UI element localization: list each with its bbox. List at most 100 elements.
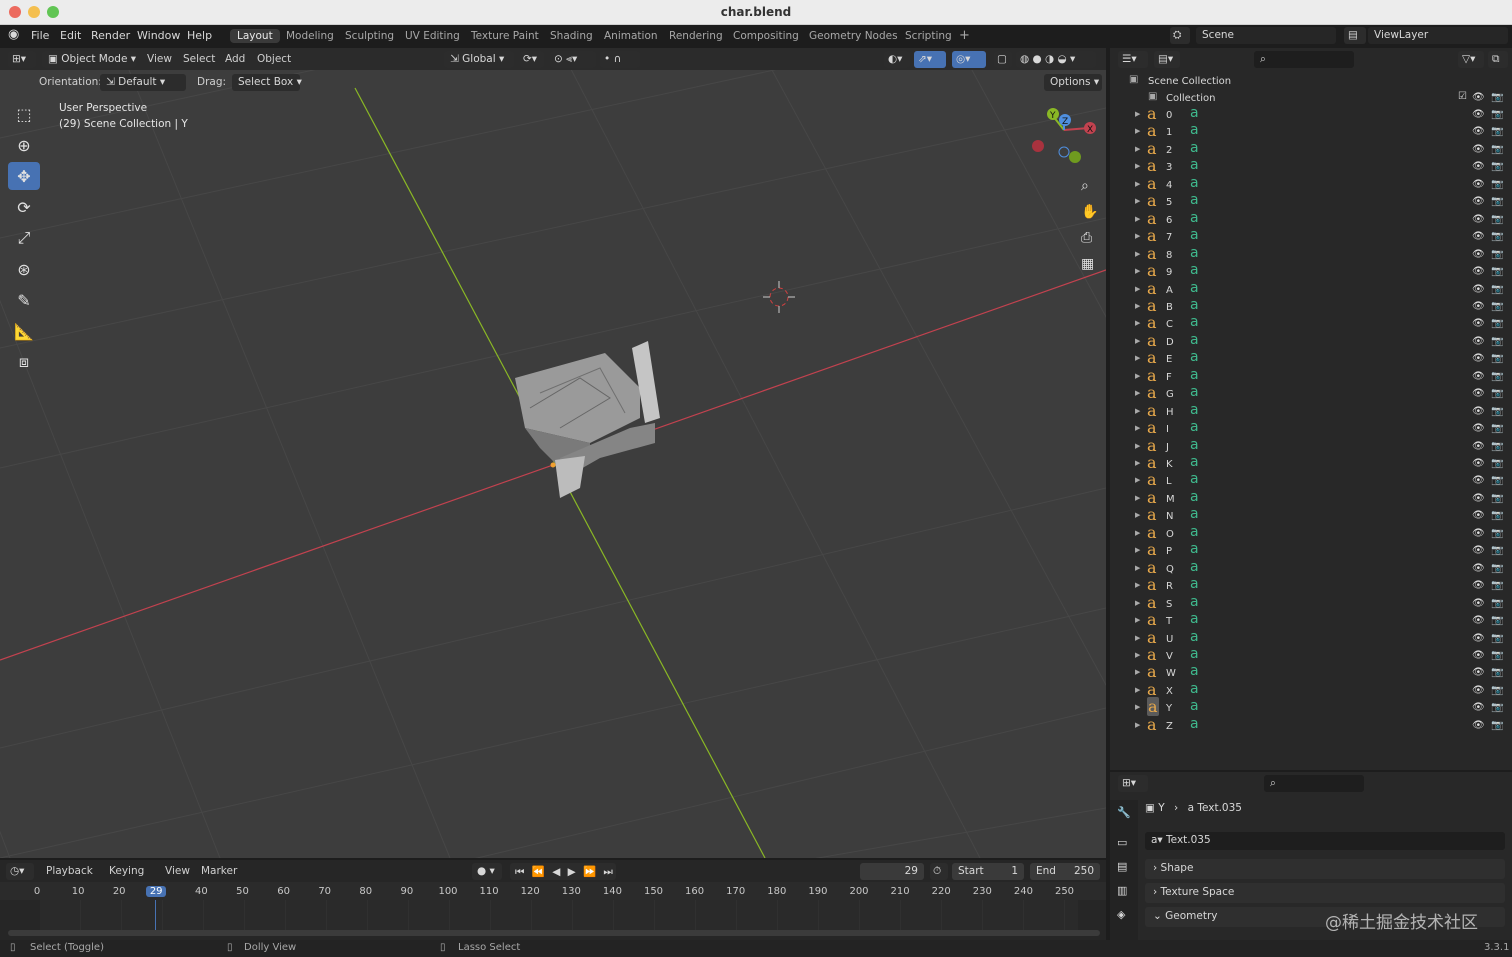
cursor-tool-icon[interactable]: ⊕	[8, 131, 40, 159]
camera-icon[interactable]: 📷	[1491, 388, 1503, 399]
current-frame-field[interactable]: 29	[860, 863, 924, 880]
eye-icon[interactable]: 👁	[1472, 423, 1485, 434]
camera-icon[interactable]: 📷	[1491, 179, 1503, 190]
eye-icon[interactable]: 👁	[1472, 545, 1485, 556]
camera-icon[interactable]: 📷	[1491, 510, 1503, 521]
output-tab-icon[interactable]: ▤	[1117, 860, 1127, 873]
menu-help[interactable]: Help	[187, 29, 212, 42]
camera-icon[interactable]: 📷	[1491, 214, 1503, 225]
camera-icon[interactable]: 📷	[1491, 266, 1503, 277]
collection-row[interactable]: ▣ Collection ☑ 👁 📷	[1110, 90, 1512, 107]
eye-icon[interactable]: 👁	[1472, 615, 1485, 626]
expand-arrow-icon[interactable]: ▶	[1135, 494, 1140, 502]
outliner-item[interactable]: ▶ a Xa 👁 📷	[1110, 680, 1512, 700]
keyframe-area[interactable]	[40, 900, 1078, 930]
eye-icon[interactable]: 👁	[1472, 196, 1485, 207]
viewport-menu-select[interactable]: Select	[183, 53, 215, 65]
playback-controls[interactable]: ⏮ ⏪ ◀ ▶ ⏩ ⏭	[510, 863, 616, 880]
expand-arrow-icon[interactable]: ▶	[1135, 476, 1140, 484]
eye-icon[interactable]: 👁	[1472, 702, 1485, 713]
expand-arrow-icon[interactable]: ▶	[1135, 616, 1140, 624]
expand-arrow-icon[interactable]: ▶	[1135, 110, 1140, 118]
eye-icon[interactable]: 👁	[1472, 336, 1485, 347]
outliner-item[interactable]: ▶ a 7 a 👁 📷	[1110, 226, 1512, 246]
expand-arrow-icon[interactable]: ▶	[1135, 459, 1140, 467]
transform-orientation-selector[interactable]: ⇲ Global ▾	[444, 51, 514, 68]
camera-icon[interactable]: 📷	[1491, 231, 1503, 242]
select-box-tool-icon[interactable]: ⬚	[8, 100, 40, 128]
orientation-selector[interactable]: ⇲ Default ▾	[100, 74, 186, 91]
tab-scripting[interactable]: Scripting	[905, 30, 952, 42]
camera-icon[interactable]: 📷	[1491, 475, 1503, 486]
outliner-item[interactable]: ▶ a 4 a 👁 📷	[1110, 174, 1512, 194]
menu-edit[interactable]: Edit	[60, 29, 81, 42]
camera-icon[interactable]: 📷	[1491, 284, 1503, 295]
eye-icon[interactable]: 👁	[1472, 126, 1485, 137]
camera-icon[interactable]: 📷	[1491, 545, 1503, 556]
navigation-gizmo[interactable]: Y Z X	[1032, 108, 1096, 163]
rotate-tool-icon[interactable]: ⟳	[8, 193, 40, 221]
outliner-item[interactable]: ▶ a Ha 👁 📷	[1110, 401, 1512, 421]
overlay-toggle-icon[interactable]: ◎▾	[952, 51, 986, 68]
shading-mode-icons[interactable]: ◍ ● ◑ ◒ ▾	[1016, 51, 1096, 68]
viewport-menu-view[interactable]: View	[147, 53, 172, 65]
outliner-item[interactable]: ▶ a 1 a 👁 📷	[1110, 121, 1512, 141]
outliner-editor-icon[interactable]: ☰▾	[1118, 51, 1148, 68]
outliner-item[interactable]: ▶ a 5 a 👁 📷	[1110, 191, 1512, 211]
outliner-item[interactable]: ▶ a La 👁 📷	[1110, 470, 1512, 490]
expand-arrow-icon[interactable]: ▶	[1135, 145, 1140, 153]
3d-cursor[interactable]	[763, 281, 795, 313]
scene-icon[interactable]: ⛭	[1170, 27, 1190, 44]
expand-arrow-icon[interactable]: ▶	[1135, 442, 1140, 450]
blender-logo-icon[interactable]: ◉	[8, 27, 19, 42]
tool-tab-icon[interactable]: 🔧	[1117, 806, 1131, 819]
outliner-item[interactable]: ▶ a Sa 👁 📷	[1110, 593, 1512, 613]
editor-type-icon[interactable]: ⊞▾	[8, 51, 36, 68]
display-mode-icon[interactable]: ▤▾	[1154, 51, 1180, 68]
expand-arrow-icon[interactable]: ▶	[1135, 529, 1140, 537]
camera-icon[interactable]: 📷	[1491, 633, 1503, 644]
outliner-item[interactable]: ▶ a Ia 👁 📷	[1110, 418, 1512, 438]
expand-arrow-icon[interactable]: ▶	[1135, 250, 1140, 258]
stopwatch-icon[interactable]: ⏱	[930, 863, 948, 880]
viewport-menu-object[interactable]: Object	[257, 53, 291, 65]
camera-icon[interactable]: 📷	[1491, 371, 1503, 382]
tab-animation[interactable]: Animation	[604, 30, 658, 42]
outliner-item[interactable]: ▶ a Ua 👁 📷	[1110, 628, 1512, 648]
camera-icon[interactable]: 📷	[1491, 598, 1503, 609]
expand-arrow-icon[interactable]: ▶	[1135, 372, 1140, 380]
outliner-item[interactable]: ▶ a Ta 👁 📷	[1110, 610, 1512, 630]
camera-icon[interactable]: 📷	[1491, 615, 1503, 626]
tab-sculpting[interactable]: Sculpting	[345, 30, 394, 42]
new-collection-icon[interactable]: ⧉	[1488, 51, 1508, 68]
outliner-item[interactable]: ▶ a Ra 👁 📷	[1110, 575, 1512, 595]
tab-layout[interactable]: Layout	[230, 29, 280, 43]
expand-arrow-icon[interactable]: ▶	[1135, 546, 1140, 554]
outliner-item[interactable]: ▶ a Za 👁 📷	[1110, 715, 1512, 735]
measure-tool-icon[interactable]: 📐	[8, 317, 40, 345]
outliner-item[interactable]: ▶ a 6 a 👁 📷	[1110, 209, 1512, 229]
eye-icon[interactable]: 👁	[1472, 598, 1485, 609]
camera-icon[interactable]: 📷	[1491, 493, 1503, 504]
expand-arrow-icon[interactable]: ▶	[1135, 721, 1140, 729]
drag-selector[interactable]: Select Box ▾	[232, 74, 302, 91]
outliner-item[interactable]: ▶ a 0 a 👁 📷	[1110, 104, 1512, 124]
camera-icon[interactable]: 📷	[1491, 441, 1503, 452]
expand-arrow-icon[interactable]: ▶	[1135, 668, 1140, 676]
eye-icon[interactable]: 👁	[1472, 580, 1485, 591]
tab-shading[interactable]: Shading	[550, 30, 593, 42]
camera-icon[interactable]: 📷	[1491, 563, 1503, 574]
eye-icon[interactable]: 👁	[1472, 249, 1485, 260]
mode-selector[interactable]: ▣ Object Mode ▾	[42, 51, 136, 68]
viewport-menu-add[interactable]: Add	[225, 53, 245, 65]
expand-arrow-icon[interactable]: ▶	[1135, 599, 1140, 607]
eye-icon[interactable]: 👁	[1472, 475, 1485, 486]
add-workspace-button[interactable]: +	[959, 28, 970, 43]
camera-icon[interactable]: 📷	[1491, 406, 1503, 417]
expand-arrow-icon[interactable]: ▶	[1135, 407, 1140, 415]
eye-icon[interactable]: 👁	[1472, 441, 1485, 452]
texture-space-section[interactable]: › Texture Space	[1145, 883, 1505, 903]
outliner-item[interactable]: ▶ a Oa 👁 📷	[1110, 523, 1512, 543]
eye-icon[interactable]: 👁	[1472, 284, 1485, 295]
camera-icon[interactable]: 📷	[1491, 126, 1503, 137]
